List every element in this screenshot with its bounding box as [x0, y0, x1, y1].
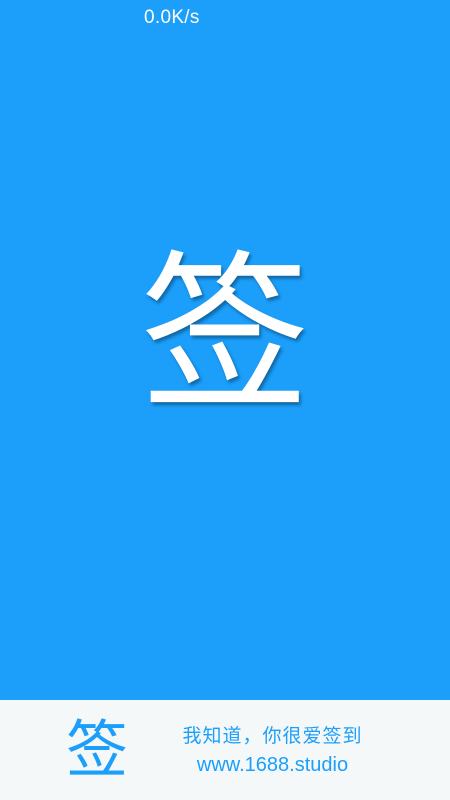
website-url: www.1688.studio: [196, 754, 349, 776]
footer-text-block: 我知道，你很爱签到 www.1688.studio: [160, 722, 385, 780]
splash-area: 签: [0, 0, 450, 700]
app-slogan: 我知道，你很爱签到: [182, 725, 363, 747]
footer-logo-icon: 签: [65, 713, 128, 786]
splash-footer: 签 我知道，你很爱签到 www.1688.studio: [0, 700, 450, 800]
app-logo-character: 签: [139, 236, 310, 434]
splash-screen: 0.0K/s 签 签 我知道，你很爱签到 www.1688.studio: [0, 0, 450, 800]
